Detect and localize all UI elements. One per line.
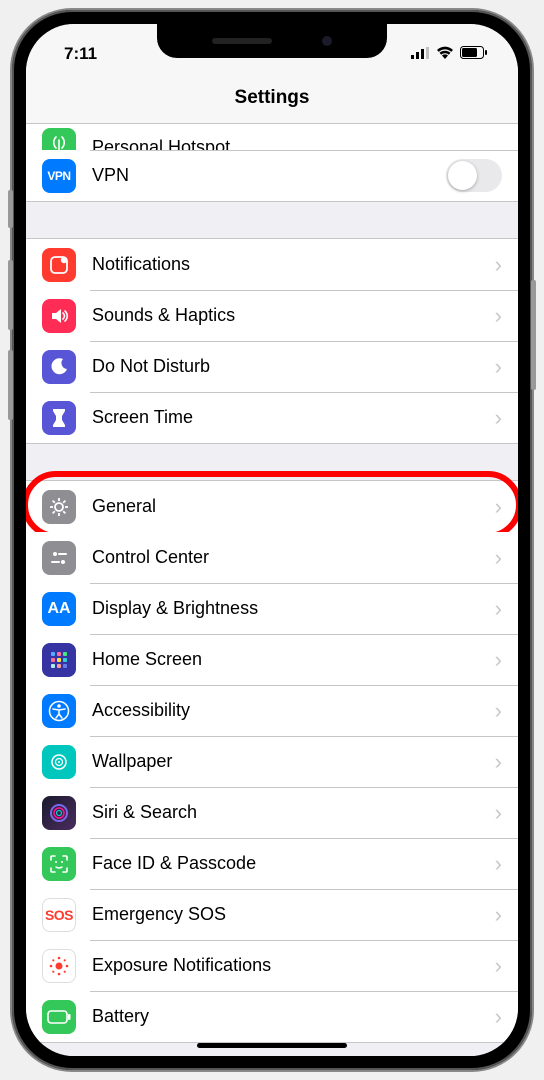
screentime-icon: [42, 401, 76, 435]
chevron-icon: ›: [495, 405, 502, 431]
notifications-label: Notifications: [92, 254, 495, 275]
chevron-icon: ›: [495, 749, 502, 775]
chevron-icon: ›: [495, 953, 502, 979]
row-exposure[interactable]: Exposure Notifications ›: [26, 940, 518, 991]
section-connectivity: Personal Hotspot VPN VPN: [26, 124, 518, 202]
settings-content[interactable]: Personal Hotspot VPN VPN Notificat: [26, 124, 518, 1056]
battery-icon: [460, 44, 488, 64]
volume-down: [8, 350, 13, 420]
chevron-icon: ›: [495, 800, 502, 826]
chevron-icon: ›: [495, 647, 502, 673]
row-notifications[interactable]: Notifications ›: [26, 239, 518, 290]
chevron-icon: ›: [495, 545, 502, 571]
row-sos[interactable]: SOS Emergency SOS ›: [26, 889, 518, 940]
chevron-icon: ›: [495, 494, 502, 520]
row-homescreen[interactable]: Home Screen ›: [26, 634, 518, 685]
siri-label: Siri & Search: [92, 802, 495, 823]
row-dnd[interactable]: Do Not Disturb ›: [26, 341, 518, 392]
homescreen-label: Home Screen: [92, 649, 495, 670]
chevron-icon: ›: [495, 851, 502, 877]
general-icon: [42, 490, 76, 524]
exposure-icon: [42, 949, 76, 983]
hotspot-icon: [42, 128, 76, 150]
chevron-icon: ›: [495, 303, 502, 329]
general-label: General: [92, 496, 495, 517]
wifi-icon: [436, 44, 454, 64]
row-general[interactable]: General ›: [26, 481, 518, 532]
battery-icon: [42, 1000, 76, 1034]
row-sounds[interactable]: Sounds & Haptics ›: [26, 290, 518, 341]
home-indicator[interactable]: [197, 1043, 347, 1048]
display-label: Display & Brightness: [92, 598, 495, 619]
chevron-icon: ›: [495, 902, 502, 928]
wallpaper-icon: [42, 745, 76, 779]
vpn-label: VPN: [92, 165, 446, 186]
sounds-icon: [42, 299, 76, 333]
section-alerts: Notifications › Sounds & Haptics › Do No…: [26, 238, 518, 444]
mute-switch: [8, 190, 13, 228]
row-wallpaper[interactable]: Wallpaper ›: [26, 736, 518, 787]
chevron-icon: ›: [495, 698, 502, 724]
nav-header: Settings: [26, 72, 518, 124]
row-siri[interactable]: Siri & Search ›: [26, 787, 518, 838]
hotspot-label: Personal Hotspot: [92, 137, 502, 150]
sos-label: Emergency SOS: [92, 904, 495, 925]
status-time: 7:11: [64, 44, 97, 64]
display-icon: AA: [42, 592, 76, 626]
section-system: General › Control Center › AA Display & …: [26, 480, 518, 1043]
battery-label: Battery: [92, 1006, 495, 1027]
exposure-label: Exposure Notifications: [92, 955, 495, 976]
chevron-icon: ›: [495, 354, 502, 380]
cellular-icon: [411, 44, 430, 64]
row-faceid[interactable]: Face ID & Passcode ›: [26, 838, 518, 889]
control-center-icon: [42, 541, 76, 575]
volume-up: [8, 260, 13, 330]
row-control-center[interactable]: Control Center ›: [26, 532, 518, 583]
control-center-label: Control Center: [92, 547, 495, 568]
sos-icon: SOS: [42, 898, 76, 932]
accessibility-icon: [42, 694, 76, 728]
screen: 7:11 Settings: [26, 24, 518, 1056]
chevron-icon: ›: [495, 1004, 502, 1030]
notch: [157, 24, 387, 58]
accessibility-label: Accessibility: [92, 700, 495, 721]
row-vpn[interactable]: VPN VPN: [26, 150, 518, 201]
row-display[interactable]: AA Display & Brightness ›: [26, 583, 518, 634]
dnd-label: Do Not Disturb: [92, 356, 495, 377]
page-title: Settings: [235, 87, 310, 109]
homescreen-icon: [42, 643, 76, 677]
wallpaper-label: Wallpaper: [92, 751, 495, 772]
vpn-icon: VPN: [42, 159, 76, 193]
screentime-label: Screen Time: [92, 407, 495, 428]
row-personal-hotspot[interactable]: Personal Hotspot: [26, 124, 518, 150]
row-accessibility[interactable]: Accessibility ›: [26, 685, 518, 736]
chevron-icon: ›: [495, 596, 502, 622]
vpn-toggle[interactable]: [446, 159, 502, 192]
row-battery[interactable]: Battery ›: [26, 991, 518, 1042]
dnd-icon: [42, 350, 76, 384]
chevron-icon: ›: [495, 252, 502, 278]
faceid-label: Face ID & Passcode: [92, 853, 495, 874]
faceid-icon: [42, 847, 76, 881]
power-button: [531, 280, 536, 390]
phone-frame: 7:11 Settings: [12, 10, 532, 1070]
notifications-icon: [42, 248, 76, 282]
siri-icon: [42, 796, 76, 830]
row-screentime[interactable]: Screen Time ›: [26, 392, 518, 443]
sounds-label: Sounds & Haptics: [92, 305, 495, 326]
